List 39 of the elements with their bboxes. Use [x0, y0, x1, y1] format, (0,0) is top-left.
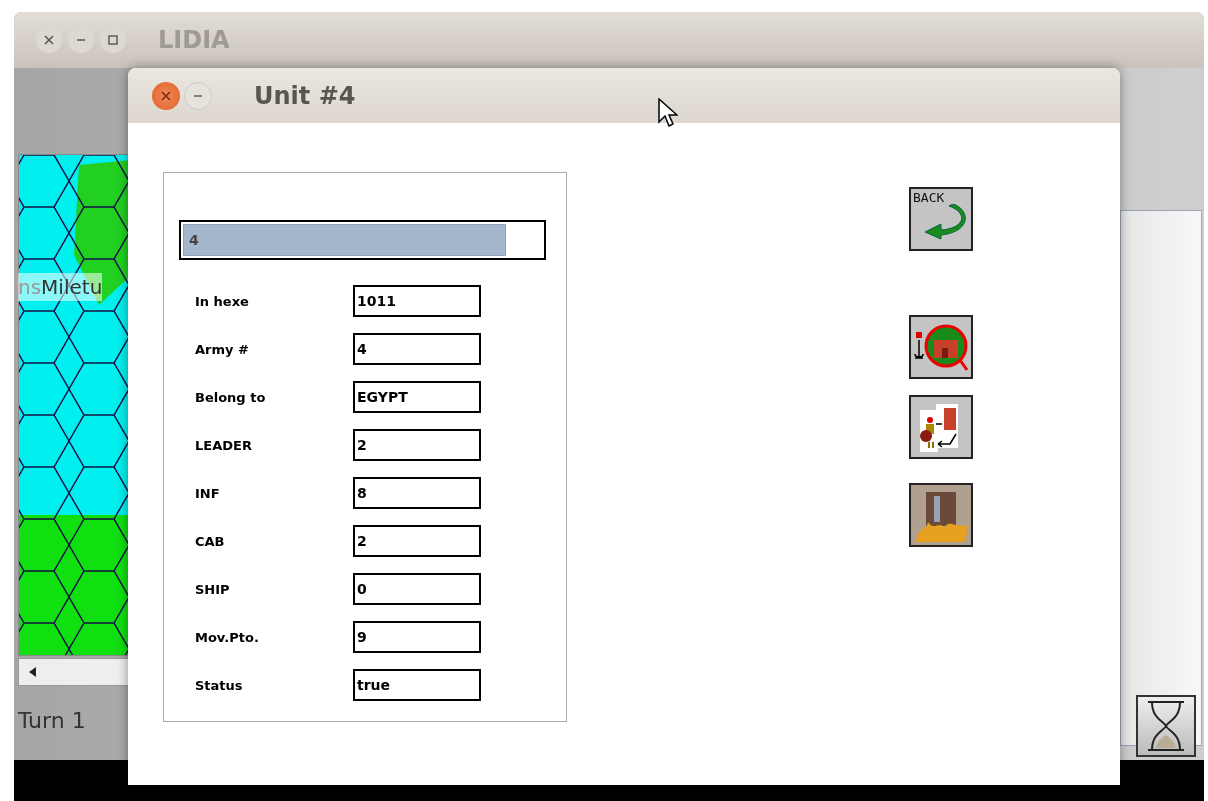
field-label: SHIP: [195, 581, 231, 597]
window-title: LIDIA: [158, 26, 230, 54]
close-icon: [44, 35, 54, 45]
input-field[interactable]: EGYPT: [353, 381, 481, 413]
turn-label: Turn 1: [18, 708, 86, 733]
back-button[interactable]: BACK: [909, 187, 973, 251]
input-field[interactable]: 0: [353, 573, 481, 605]
field-label: Mov.Pto.: [195, 629, 260, 645]
input-field[interactable]: true: [353, 669, 481, 701]
maximize-button[interactable]: [100, 27, 126, 53]
map-label: Miletu: [41, 275, 103, 299]
horizontal-scrollbar[interactable]: [18, 658, 130, 686]
close-icon: [161, 90, 171, 101]
close-button[interactable]: [152, 81, 180, 110]
left-arrow-icon: [29, 667, 37, 677]
input-field[interactable]: 9: [353, 621, 481, 653]
field-label: Status: [195, 677, 244, 693]
input-field[interactable]: 2: [353, 429, 481, 461]
exchange-button[interactable]: [909, 395, 973, 459]
dialog-title: Unit #4: [254, 81, 356, 110]
input-field[interactable]: 4: [353, 333, 481, 365]
field-label: CAB: [195, 533, 226, 549]
field-label: LEADER: [195, 437, 253, 453]
inspect-button[interactable]: [909, 315, 973, 379]
progress-text: 4: [189, 232, 199, 248]
map-label: ns: [18, 275, 42, 299]
minimize-button[interactable]: [68, 27, 94, 53]
end-turn-button[interactable]: [1136, 695, 1196, 757]
maximize-icon: [108, 35, 118, 45]
field-label: Belong to: [195, 389, 267, 405]
input-field[interactable]: 8: [353, 477, 481, 509]
field-label: INF: [195, 485, 221, 501]
burn-button[interactable]: [909, 483, 973, 547]
input-field[interactable]: 1011: [353, 285, 481, 317]
field-label: In hexe: [195, 293, 250, 309]
close-button[interactable]: [36, 27, 62, 53]
field-label: Army #: [195, 341, 250, 357]
mouse-pointer-icon: [658, 98, 678, 128]
input-field[interactable]: 2: [353, 525, 481, 557]
